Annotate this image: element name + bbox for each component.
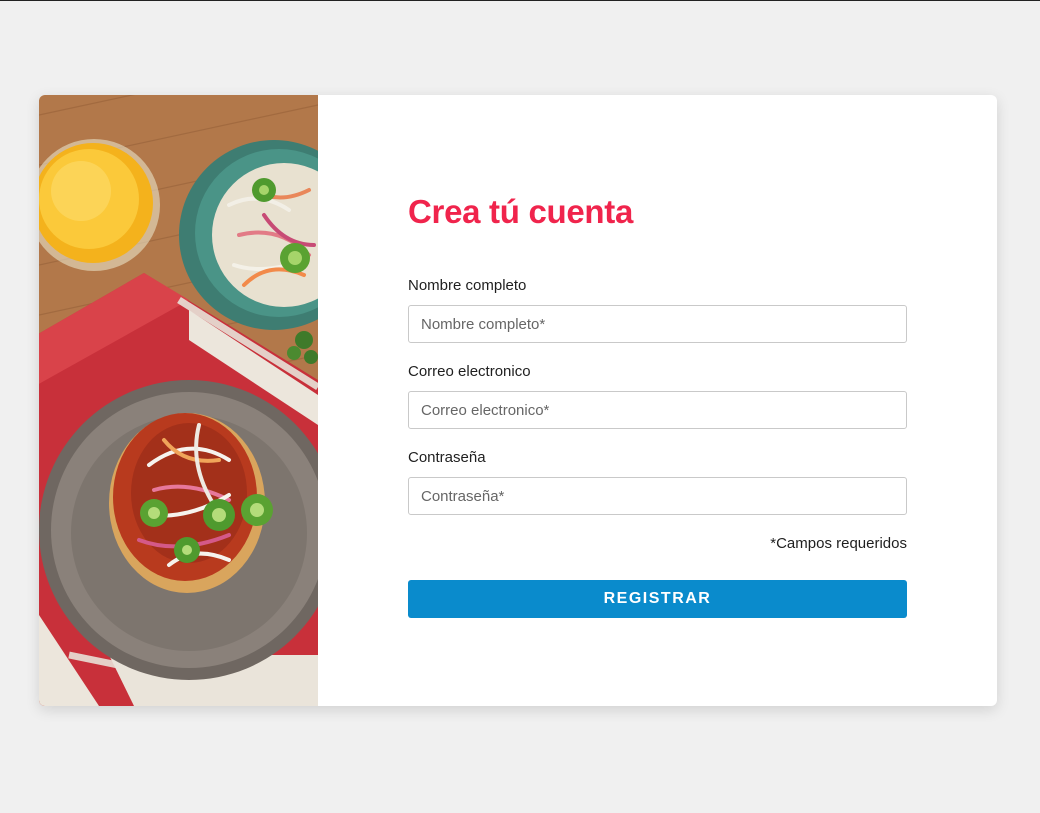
form-title: Crea tú cuenta <box>408 193 634 230</box>
email-input[interactable] <box>408 391 907 429</box>
password-label: Contraseña <box>408 449 486 466</box>
required-fields-note: *Campos requeridos <box>770 535 907 552</box>
window-top-border <box>0 0 1040 1</box>
email-label: Correo electronico <box>408 363 531 380</box>
full-name-input[interactable] <box>408 305 907 343</box>
register-button[interactable]: REGISTRAR <box>408 580 907 618</box>
food-photo <box>39 95 318 706</box>
full-name-label: Nombre completo <box>408 277 527 294</box>
password-input[interactable] <box>408 477 907 515</box>
signup-card: Crea tú cuenta Nombre completo Correo el… <box>39 95 997 706</box>
